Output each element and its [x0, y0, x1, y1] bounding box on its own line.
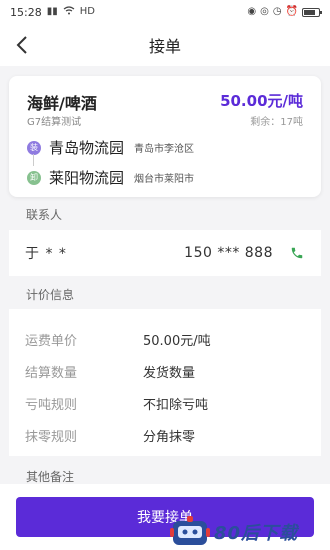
remarks-section-label: 其他备注 [26, 470, 75, 484]
contact-name: 于 * * [25, 246, 67, 262]
load-badge: 装 [27, 140, 41, 155]
contact-phone: 150 *** 888 [184, 245, 273, 261]
contact-row: 于 * * 150 *** 888 [9, 230, 321, 276]
battery-icon [302, 7, 322, 17]
nav-bar: 接单 [0, 24, 330, 66]
status-left: 15:28 ▮▮ HD [10, 6, 95, 19]
cargo-name: 海鲜/啤酒 [27, 94, 97, 113]
chevron-left-icon [16, 36, 27, 54]
unload-badge: 卸 [27, 170, 41, 185]
phone-call-icon[interactable] [289, 245, 305, 261]
robot-logo-icon [170, 516, 210, 545]
pricing-row-key: 抹零规则 [25, 430, 78, 445]
watermark: 80后下载 [170, 514, 330, 550]
pricing-panel: 运费单价 50.00元/吨 结算数量 发货数量 亏吨规则 不扣除亏吨 抹零规则 … [9, 309, 321, 456]
wifi-icon [63, 6, 75, 18]
status-right: ◉ ◎ ◷ ⏰ [247, 6, 322, 17]
unit-price: 50.00元/吨 [220, 92, 303, 110]
pricing-row: 结算数量 发货数量 [25, 362, 315, 381]
unload-city: 烟台市莱阳市 [134, 174, 195, 185]
settlement-name: G7结算测试 [27, 117, 82, 128]
pricing-row-value: 发货数量 [143, 366, 196, 381]
unload-place-name: 莱阳物流园 [49, 169, 125, 187]
route-connector [33, 154, 34, 166]
back-button[interactable] [10, 33, 34, 57]
clock-icon: ◷ [272, 6, 282, 17]
unload-location: 卸 莱阳物流园 烟台市莱阳市 [27, 167, 194, 188]
order-card: 海鲜/啤酒 G7结算测试 50.00元/吨 剩余：17吨 装 青岛物流园 青岛市… [9, 76, 321, 197]
watermark-text: 80后下载 [214, 523, 299, 544]
pricing-row-value: 50.00元/吨 [143, 334, 211, 349]
alarm-icon: ⏰ [285, 6, 298, 17]
status-time: 15:28 [10, 5, 42, 19]
hd-icon: HD [79, 6, 95, 17]
eye-icon: ◎ [260, 6, 269, 17]
pricing-row: 亏吨规则 不扣除亏吨 [25, 394, 315, 413]
pricing-row-value: 不扣除亏吨 [143, 398, 209, 413]
load-location: 装 青岛物流园 青岛市李沧区 [27, 137, 194, 158]
page-title: 接单 [148, 37, 181, 56]
pricing-row-key: 结算数量 [25, 366, 78, 381]
contact-section-label: 联系人 [26, 208, 63, 222]
status-bar: 15:28 ▮▮ HD ◉ ◎ ◷ ⏰ [0, 0, 330, 24]
load-place-name: 青岛物流园 [49, 139, 125, 157]
signal-icon: ▮▮ [46, 6, 58, 17]
load-city: 青岛市李沧区 [134, 144, 195, 155]
pricing-row-key: 亏吨规则 [25, 398, 78, 413]
location-icon: ◉ [247, 6, 257, 17]
pricing-row-value: 分角抹零 [143, 430, 196, 445]
remaining-quantity: 剩余：17吨 [250, 117, 303, 128]
pricing-section-label: 计价信息 [26, 288, 75, 302]
pricing-row: 抹零规则 分角抹零 [25, 426, 315, 445]
pricing-row-key: 运费单价 [25, 334, 78, 349]
pricing-row: 运费单价 50.00元/吨 [25, 330, 315, 349]
